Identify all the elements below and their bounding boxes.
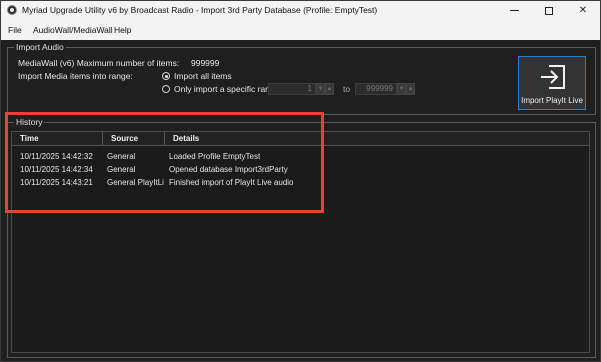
column-header-source[interactable]: Source <box>103 132 165 146</box>
max-items-value: 999999 <box>191 58 220 68</box>
menu-audiowall-mediawall[interactable]: AudioWall/MediaWall <box>33 25 113 35</box>
table-row-time: 10/11/2025 14:42:34 <box>20 165 93 174</box>
app-logo-icon <box>7 5 17 15</box>
range-to-down-icon[interactable]: ▼ <box>397 83 406 95</box>
import-arrow-icon <box>541 65 565 89</box>
radio-import-all[interactable] <box>162 72 170 80</box>
table-row-source: General <box>107 152 136 161</box>
history-table[interactable]: Time Source Details 10/11/2025 14:42:32 … <box>11 131 590 353</box>
range-to-up-icon[interactable]: ▲ <box>406 83 415 95</box>
window-title: Myriad Upgrade Utility v6 by Broadcast R… <box>22 5 378 15</box>
range-from-input[interactable]: 1 <box>268 83 316 95</box>
table-row-time: 10/11/2025 14:42:32 <box>20 152 93 161</box>
table-row-details: Finished import of PlayIt Live audio <box>169 178 294 187</box>
menu-file[interactable]: File <box>8 25 22 35</box>
range-from-up-icon[interactable]: ▲ <box>325 83 334 95</box>
range-to-label: to <box>343 84 351 94</box>
history-group-label: History <box>14 117 45 127</box>
app-window: Myriad Upgrade Utility v6 by Broadcast R… <box>0 0 601 362</box>
table-row-source: General PlayItLi <box>107 178 164 187</box>
close-button[interactable]: ✕ <box>566 1 600 20</box>
column-header-time[interactable]: Time <box>12 132 103 146</box>
max-items-label: MediaWall (v6) Maximum number of items: <box>18 58 180 68</box>
range-to-input[interactable]: 999999 <box>355 83 397 95</box>
menu-help[interactable]: Help <box>114 25 131 35</box>
minimize-icon <box>509 10 519 11</box>
range-label: Import Media items into range: <box>18 71 133 81</box>
import-playit-live-button[interactable]: Import PlayIt Live <box>518 56 586 110</box>
menu-bar: File AudioWall/MediaWall Help <box>1 20 600 40</box>
range-from-down-icon[interactable]: ▼ <box>316 83 325 95</box>
close-icon: ✕ <box>578 5 588 16</box>
table-row-details: Loaded Profile EmptyTest <box>169 152 261 161</box>
maximize-icon <box>545 6 553 15</box>
column-header-details[interactable]: Details <box>165 132 589 146</box>
minimize-button[interactable] <box>497 1 531 20</box>
table-row-time: 10/11/2025 14:43:21 <box>20 178 93 187</box>
import-audio-group-label: Import Audio <box>14 42 66 52</box>
table-row-source: General <box>107 165 136 174</box>
radio-import-all-label[interactable]: Import all items <box>174 71 232 81</box>
title-bar: Myriad Upgrade Utility v6 by Broadcast R… <box>1 1 600 20</box>
radio-import-range[interactable] <box>162 85 170 93</box>
import-button-label: Import PlayIt Live <box>521 96 583 105</box>
radio-import-range-label[interactable]: Only import a specific range: <box>174 84 282 94</box>
maximize-button[interactable] <box>532 1 566 20</box>
table-row-details: Opened database Import3rdParty <box>169 165 288 174</box>
